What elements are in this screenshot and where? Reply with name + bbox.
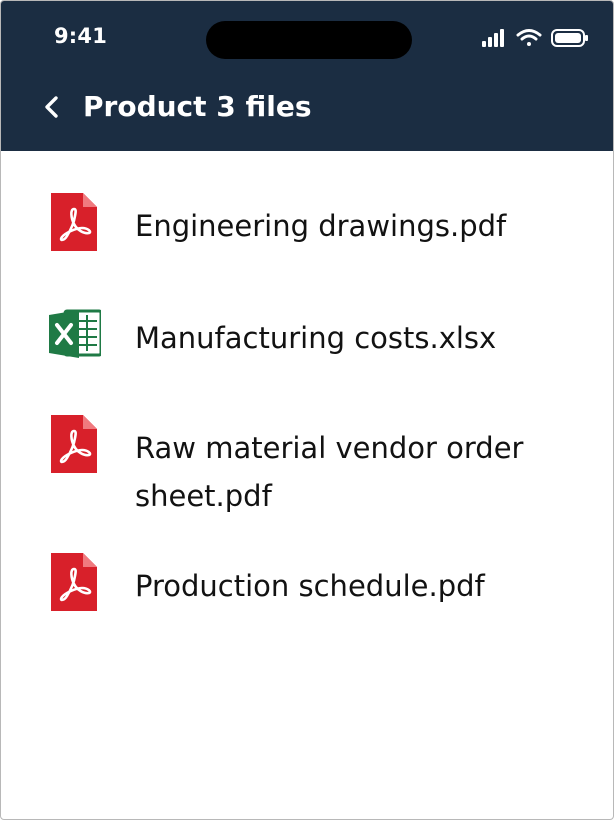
app-header: 9:41 Product 3 files	[1, 1, 613, 151]
pdf-file-icon	[51, 193, 97, 251]
page-title: Product 3 files	[83, 90, 312, 123]
dynamic-island	[206, 21, 412, 59]
wifi-icon	[516, 29, 542, 46]
excel-file-icon	[49, 309, 101, 358]
cellular-signal-icon	[482, 29, 504, 47]
file-name: Raw material vendor order sheet.pdf	[135, 431, 524, 513]
pdf-file-icon	[51, 553, 97, 611]
file-item-production-schedule[interactable]: Production schedule.pdf	[1, 549, 613, 623]
phone-screen: 9:41 Product 3 files Engineering drawing…	[0, 0, 614, 820]
file-item-manufacturing-costs[interactable]: Manufacturing costs.xlsx	[1, 301, 613, 375]
file-name: Manufacturing costs.xlsx	[135, 321, 497, 355]
file-item-raw-material-vendor-order-sheet[interactable]: Raw material vendor order sheet.pdf	[1, 413, 613, 519]
file-item-engineering-drawings[interactable]: Engineering drawings.pdf	[1, 189, 613, 263]
chevron-left-icon	[45, 96, 58, 118]
file-name: Engineering drawings.pdf	[135, 209, 507, 243]
file-name: Production schedule.pdf	[135, 569, 485, 603]
status-time: 9:41	[54, 24, 108, 48]
status-icons	[482, 29, 588, 47]
pdf-file-icon	[51, 415, 97, 473]
battery-icon	[551, 29, 588, 47]
back-button[interactable]	[35, 87, 71, 127]
